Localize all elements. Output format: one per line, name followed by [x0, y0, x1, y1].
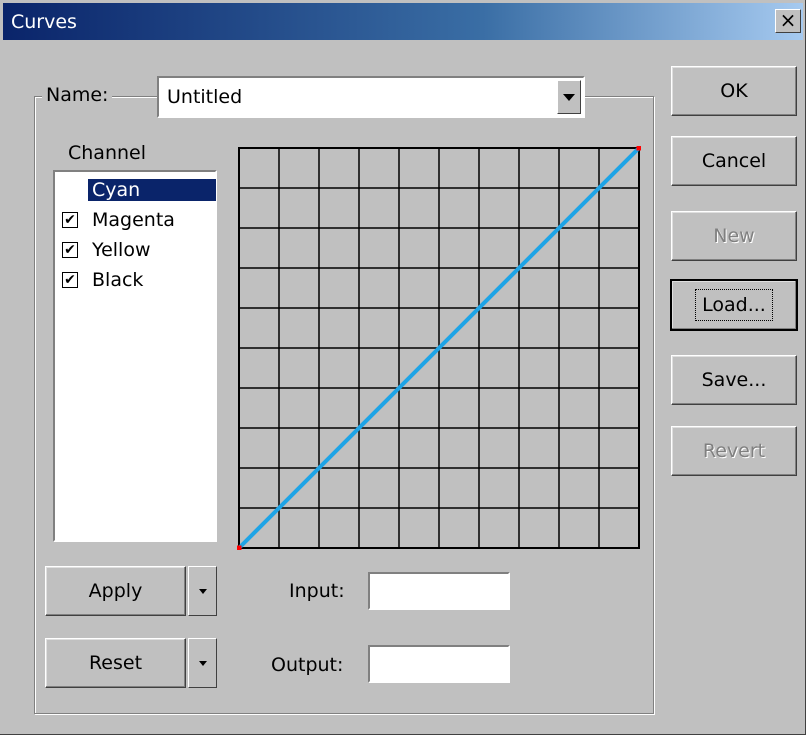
load-button-label: Load... [695, 289, 773, 321]
channel-item-label: Cyan [88, 179, 216, 201]
name-value: Untitled [167, 86, 243, 108]
name-dropdown[interactable]: Untitled [157, 76, 585, 118]
window-title: Curves [11, 11, 77, 33]
close-button[interactable]: × [775, 9, 801, 33]
channel-item-cyan[interactable]: Cyan [55, 175, 216, 205]
input-label: Input: [289, 580, 345, 602]
output-field[interactable] [368, 645, 510, 683]
save-button[interactable]: Save... [671, 355, 797, 405]
chevron-down-icon [563, 93, 575, 101]
title-bar[interactable]: Curves × [3, 3, 803, 40]
channel-item-label: Yellow [92, 239, 151, 261]
channel-item-label: Magenta [92, 209, 175, 231]
ok-button[interactable]: OK [671, 66, 797, 116]
channel-label: Channel [68, 142, 147, 164]
reset-menu-button[interactable] [188, 638, 217, 688]
curve-control-point[interactable] [236, 545, 242, 551]
cancel-button[interactable]: Cancel [671, 136, 797, 186]
curve-graph[interactable] [236, 145, 642, 551]
checkbox-magenta[interactable]: ✔ [62, 212, 78, 228]
chevron-down-icon [198, 660, 207, 666]
input-field[interactable] [368, 572, 510, 610]
load-button[interactable]: Load... [670, 279, 798, 331]
channel-list[interactable]: Cyan ✔ Magenta ✔ Yellow ✔ Black [53, 170, 217, 542]
revert-button[interactable]: Revert [671, 426, 797, 476]
name-field[interactable]: Untitled [157, 76, 585, 118]
reset-button[interactable]: Reset [45, 638, 186, 688]
curves-dialog: Curves × Name: Untitled Channel Cyan ✔ M… [0, 0, 806, 735]
name-dropdown-button[interactable] [557, 80, 581, 114]
name-label: Name: [42, 84, 113, 106]
channel-item-black[interactable]: ✔ Black [55, 265, 215, 295]
new-button[interactable]: New [671, 211, 797, 261]
curve-control-point[interactable] [636, 145, 642, 151]
apply-menu-button[interactable] [188, 566, 217, 616]
output-label: Output: [271, 654, 344, 676]
apply-button[interactable]: Apply [45, 566, 186, 616]
curve-canvas[interactable] [236, 145, 642, 551]
channel-item-label: Black [92, 269, 144, 291]
chevron-down-icon [198, 588, 207, 594]
channel-item-yellow[interactable]: ✔ Yellow [55, 235, 215, 265]
checkbox-black[interactable]: ✔ [62, 272, 78, 288]
checkbox-yellow[interactable]: ✔ [62, 242, 78, 258]
channel-item-magenta[interactable]: ✔ Magenta [55, 205, 215, 235]
